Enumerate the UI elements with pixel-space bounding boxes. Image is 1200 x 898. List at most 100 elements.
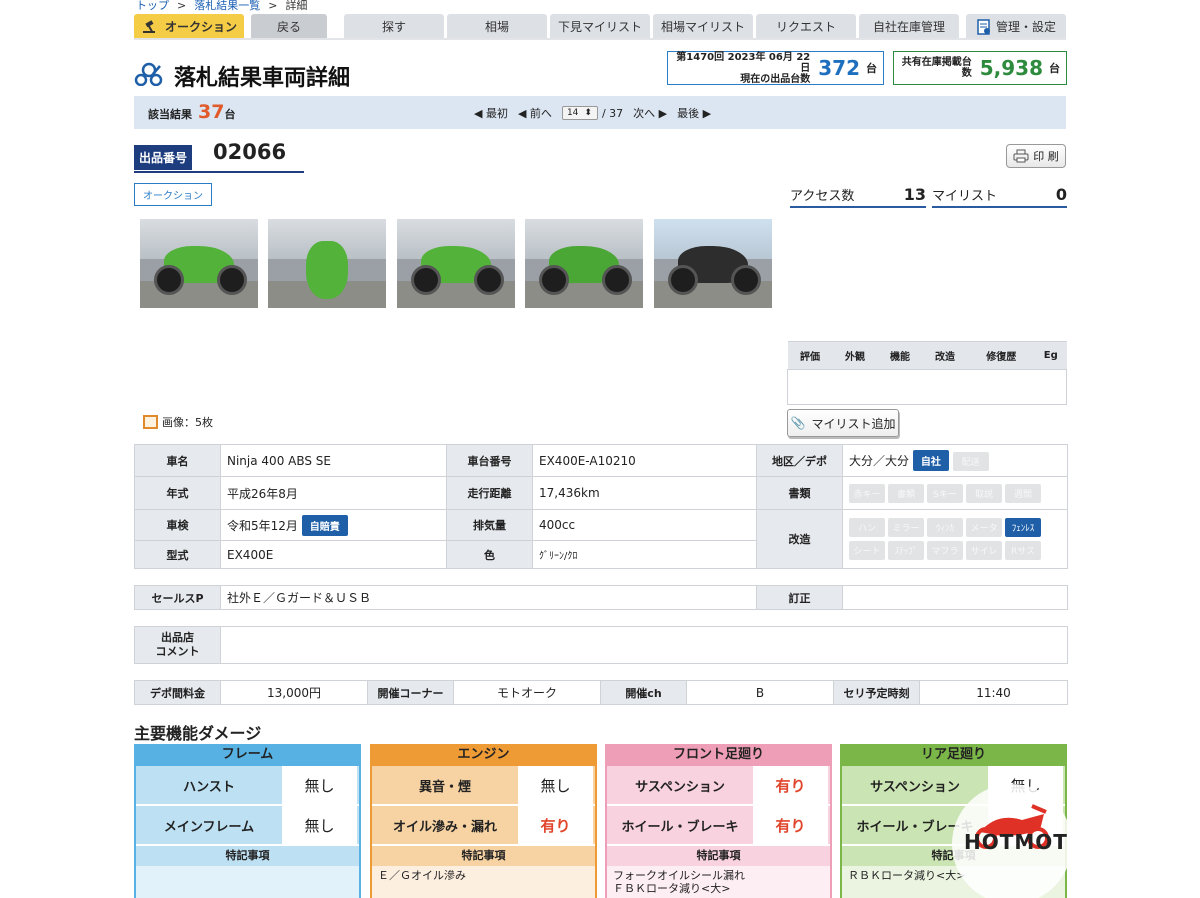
damage-card-engine: エンジン 異音・煙 無し オイル滲み・漏れ 有り 特記事項 Ｅ／Ｇオイル滲み [370, 744, 597, 898]
mods-cell: ハン ミラー ｳｨﾝｶ メータ ﾌｪﾝﾚｽ シート ｽﾃｯﾌﾟ マフラ サイレ Rサス [842, 509, 1068, 569]
tab-market-label: 相場 [484, 20, 509, 34]
pager-prev[interactable]: ◀ 前へ [518, 105, 552, 121]
nav-divider [134, 38, 1066, 40]
breadcrumb-top[interactable]: トップ [136, 0, 169, 12]
notes-label: 特記事項 [372, 846, 595, 866]
tab-market[interactable]: 相場 [447, 14, 547, 39]
damage-value: 無し [282, 766, 357, 804]
mylist-label: マイリスト [932, 188, 998, 204]
card-title: エンジン [457, 747, 510, 762]
eval-header: 改造 [922, 341, 968, 370]
eval-header: 修復歴 [967, 341, 1035, 370]
card-title: リア足廻り [920, 747, 986, 762]
damage-item: ホイール・ブレーキ [621, 819, 739, 835]
damage-title: 主要機能ダメージ [134, 724, 262, 743]
hotmot-logo: HOTMOT [952, 784, 1072, 898]
tab-auction[interactable]: オークション [134, 14, 244, 39]
mileage: 17,436km [532, 476, 757, 510]
tab-inventory-label: 自社在庫管理 [872, 20, 945, 34]
lot-number: 02066 [213, 140, 287, 164]
photo-thumbnail[interactable] [397, 219, 515, 308]
logo-text: HOTMOT [964, 830, 1068, 854]
tab-preview-mylist[interactable]: 下見マイリスト [550, 14, 650, 39]
delivery-badge: 配送 [952, 452, 989, 471]
mod-badge: メータ [966, 518, 1002, 537]
image-icon [143, 415, 158, 429]
channel-value: B [686, 680, 834, 705]
result-unit: 台 [224, 108, 236, 121]
breadcrumb: トップ > 落札結果一覧 > 詳細 [136, 0, 307, 13]
page-select[interactable]: 14 ⬍ [561, 106, 598, 120]
photo-thumbnail[interactable] [654, 219, 772, 308]
frame-number: EX400E-A10210 [532, 444, 757, 477]
doc-badge: 赤キー [849, 483, 885, 503]
pager-last[interactable]: 最後 ▶ [677, 105, 711, 121]
select-arrow-icon: ⬍ [584, 108, 592, 118]
shared-count: 5,938 [979, 56, 1043, 80]
pager-first[interactable]: ◀ 最初 [474, 105, 508, 121]
result-count: 該当結果 37台 [148, 101, 235, 123]
shared-unit: 台 [1049, 62, 1060, 75]
pager-next[interactable]: 次へ ▶ [633, 105, 667, 121]
access-label: アクセス数 [790, 188, 855, 204]
doc-badge: 書類 [888, 483, 924, 503]
comment-label-line1: 出品店 [161, 631, 194, 644]
damage-item: サスペンション [635, 779, 725, 795]
page-select-value: 14 [566, 108, 579, 118]
corner-value: モトオーク [453, 680, 601, 705]
photo-thumbnail[interactable] [268, 219, 386, 308]
notes-text: Ｅ／Ｇオイル滲み [372, 866, 595, 898]
card-title: フレーム [221, 747, 274, 762]
tab-inventory[interactable]: 自社在庫管理 [859, 14, 959, 39]
print-button[interactable]: 印 刷 [1006, 144, 1066, 168]
damage-item: オイル滲み・漏れ [392, 819, 497, 835]
damage-value: 無し [518, 766, 593, 804]
spec-label: 改造 [756, 509, 843, 569]
card-title: フロント足廻り [672, 747, 764, 762]
tab-search-label: 探す [381, 20, 406, 34]
paperclip-icon: 📎 [790, 416, 806, 430]
mod-badge: ミラー [888, 518, 924, 537]
eval-header: 外観 [832, 341, 878, 370]
mod-badge: シート [849, 541, 885, 560]
model-year: 平成26年8月 [220, 476, 447, 510]
photo-thumbnail[interactable] [140, 219, 258, 308]
tab-settings[interactable]: 管理・設定 [966, 14, 1066, 39]
vehicle-name: Ninja 400 ABS SE [220, 444, 447, 477]
evaluation-table: 評価 外観 機能 改造 修復歴 Eg [787, 341, 1067, 405]
damage-card-front: フロント足廻り サスペンション 有り ホイール・ブレーキ 有り 特記事項 フォークオ… [605, 744, 832, 898]
result-number: 37 [198, 101, 225, 123]
tab-search[interactable]: 探す [344, 14, 444, 39]
comment-table: 出品店 コメント [134, 626, 1068, 664]
damage-card-frame: フレーム ハンスト 無し メインフレーム 無し 特記事項 [134, 744, 361, 898]
hammer-icon [142, 19, 155, 33]
back-button[interactable]: 戻る [251, 14, 327, 39]
shared-label: 共有在庫掲載台数 [901, 57, 972, 79]
mod-badge: Rサス [1005, 541, 1041, 560]
access-value: 13 [903, 184, 926, 204]
image-count-label: 画像：5枚 [162, 416, 213, 429]
tab-request[interactable]: リクエスト [756, 14, 856, 39]
area-cell: 大分／大分 自社 配送 [842, 444, 1068, 477]
depo-fee: 13,000円 [220, 680, 368, 705]
comment-label-line2: コメント [155, 645, 200, 658]
pager-total: / 37 [601, 106, 624, 120]
spec-label: セリ予定時刻 [833, 680, 920, 705]
printer-icon [1013, 149, 1029, 163]
listing-count: 372 [818, 56, 860, 80]
insurance-badge: 自賠責 [301, 514, 348, 536]
damage-value: 有り [518, 806, 593, 844]
add-mylist-button[interactable]: 📎 マイリスト追加 [787, 409, 899, 437]
listing-count-box: 第1470回 2023年 06月 22日 現在の出品台数 372 台 [667, 51, 884, 85]
breadcrumb-sep: > [268, 0, 278, 12]
tab-market-mylist[interactable]: 相場マイリスト [653, 14, 753, 39]
doc-badge: 週間 [1005, 483, 1041, 503]
model-code: EX400E [220, 540, 447, 569]
photo-thumbnail[interactable] [525, 219, 643, 308]
results-bar: 該当結果 37台 ◀ 最初 ◀ 前へ 14 ⬍ / 37 次へ ▶ 最後 ▶ [134, 96, 1066, 129]
mod-badge-active: ﾌｪﾝﾚｽ [1005, 518, 1041, 537]
spec-label: 走行距離 [446, 476, 533, 510]
notes-text [136, 866, 359, 898]
breadcrumb-results[interactable]: 落札結果一覧 [194, 0, 260, 12]
notes-text: フォークオイルシール漏れ ＦＢＫロータ減り<大> [607, 866, 830, 898]
